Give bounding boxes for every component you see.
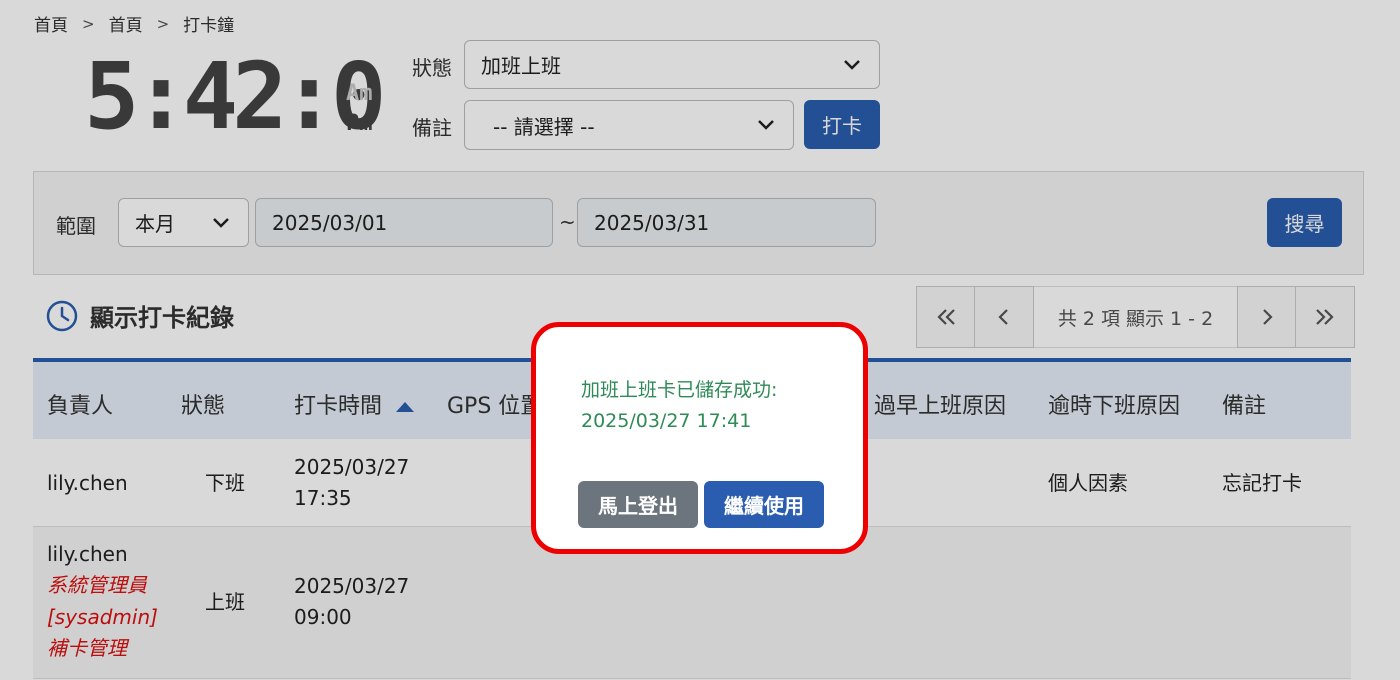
- continue-button[interactable]: 繼續使用: [704, 481, 824, 528]
- dialog-message-line2: 2025/03/27 17:41: [581, 410, 752, 432]
- dialog-message-line1: 加班上班卡已儲存成功:: [581, 379, 778, 401]
- success-dialog: 加班上班卡已儲存成功: 2025/03/27 17:41 馬上登出 繼續使用: [531, 322, 868, 554]
- dialog-message: 加班上班卡已儲存成功: 2025/03/27 17:41: [581, 375, 777, 437]
- logout-now-button[interactable]: 馬上登出: [578, 481, 698, 528]
